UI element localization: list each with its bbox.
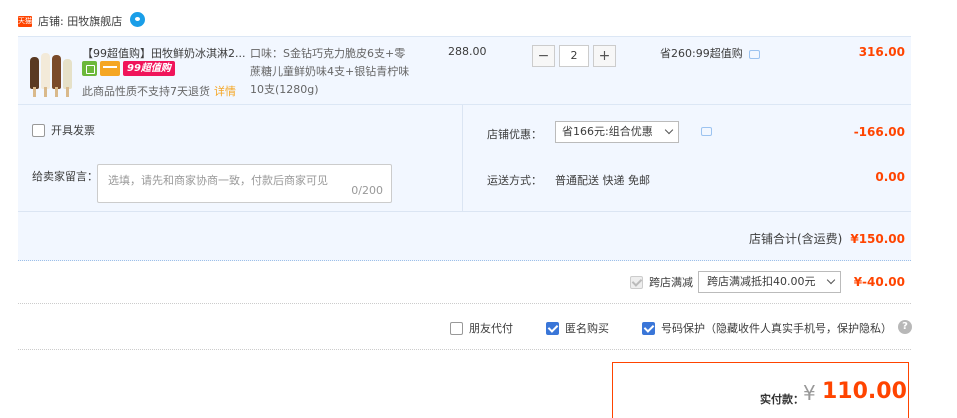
- product-thumbnail[interactable]: [28, 43, 74, 99]
- invoice-label: 开具发票: [51, 124, 95, 137]
- anonymous-option[interactable]: 匿名购买: [546, 320, 609, 336]
- payment-amount: 110.00: [822, 379, 907, 404]
- cross-shop-discount-row: 跨店满减 跨店满减抵扣40.00元 ¥-40.00: [18, 262, 911, 304]
- shop-name[interactable]: 店铺: 田牧旗舰店: [38, 13, 122, 29]
- product-title[interactable]: 【99超值购】田牧鲜奶冰淇淋2...: [82, 45, 246, 61]
- cross-shop-value: 跨店满减抵扣40.00元: [707, 275, 816, 288]
- no-return-notice: 此商品性质不支持7天退货 详情: [82, 83, 236, 99]
- sku-info: 口味：S金钻巧克力脆皮6支+零蔗糖儿童鲜奶味4支+银钻青柠味10支(1280g): [250, 47, 410, 96]
- item-subtotal: 316.00: [858, 45, 905, 59]
- order-item-row: 【99超值购】田牧鲜奶冰淇淋2... 99超值购 此商品性质不支持7天退货 详情 …: [18, 36, 911, 105]
- shop-total-amount: ¥150.00: [850, 232, 905, 246]
- message-label: 给卖家留言：: [32, 170, 98, 183]
- 99-super-value-badge: 99超值购: [123, 61, 175, 76]
- shop-coupon-select[interactable]: 省166元:组合优惠: [555, 121, 679, 143]
- invoice-checkbox[interactable]: [32, 123, 45, 137]
- shop-total: 店铺合计(含运费) ¥150.00: [749, 230, 905, 247]
- detail-link[interactable]: 详情: [214, 85, 236, 98]
- tmall-badge-icon: 天猫: [18, 15, 32, 27]
- quantity-stepper: − 2 +: [532, 45, 616, 67]
- coupon-comment-icon[interactable]: [701, 127, 712, 136]
- message-char-counter: 0/200: [351, 184, 383, 197]
- help-icon[interactable]: ?: [898, 320, 912, 334]
- friend-pay-option[interactable]: 朋友代付: [450, 320, 513, 336]
- invoice-option[interactable]: 开具发票: [32, 122, 95, 138]
- shipping-fee: 0.00: [875, 170, 905, 184]
- number-protect-option[interactable]: 号码保护（隐藏收件人真实手机号，保护隐私）: [642, 320, 892, 336]
- payment-summary: 实付款： ¥ 110.00: [612, 362, 909, 418]
- chevron-down-icon: [826, 275, 836, 285]
- shop-coupon-value: 省166元:组合优惠: [562, 125, 653, 138]
- currency-symbol: ¥: [803, 381, 816, 405]
- horizontal-divider: [18, 211, 911, 212]
- friend-pay-label: 朋友代付: [469, 322, 513, 335]
- wangwang-chat-icon[interactable]: [130, 11, 146, 27]
- purchase-options-row: 朋友代付 匿名购买 号码保护（隐藏收件人真实手机号，保护隐私） ?: [18, 304, 912, 350]
- shop-coupon-amount: -166.00: [853, 125, 905, 139]
- anonymous-label: 匿名购买: [565, 322, 609, 335]
- order-options-block: 开具发票 给卖家留言： 选填，请先和商家协商一致，付款后商家可见 0/200 店…: [18, 105, 911, 261]
- friend-pay-checkbox[interactable]: [450, 321, 463, 335]
- number-protect-checkbox[interactable]: [642, 321, 655, 335]
- increase-quantity-button[interactable]: +: [593, 45, 616, 67]
- shop-coupon-label: 店铺优惠：: [487, 128, 542, 141]
- shipping-label: 运送方式：: [487, 174, 542, 187]
- anonymous-checkbox[interactable]: [546, 321, 559, 335]
- card-badge-icon: [100, 61, 120, 76]
- cross-shop-label: 跨店满减: [649, 276, 693, 289]
- chevron-down-icon: [664, 125, 674, 135]
- seller-message-textarea[interactable]: 选填，请先和商家协商一致，付款后商家可见 0/200: [97, 164, 392, 203]
- shipping-method: 普通配送 快递 免邮: [555, 174, 650, 187]
- payment-label: 实付款：: [760, 393, 804, 406]
- no-return-text: 此商品性质不支持7天退货: [82, 85, 210, 98]
- savings-info: 省260:99超值购: [660, 45, 760, 61]
- shop-header: 天猫 店铺: 田牧旗舰店: [18, 11, 146, 30]
- savings-text: 省260:99超值购: [660, 47, 743, 60]
- unit-price: 288.00: [448, 45, 487, 58]
- product-badges: 99超值购: [82, 61, 175, 76]
- cross-shop-discount: 跨店满减 跨店满减抵扣40.00元: [630, 271, 841, 293]
- quantity-input[interactable]: 2: [559, 45, 589, 67]
- cross-shop-amount: ¥-40.00: [853, 275, 905, 289]
- message-placeholder: 选填，请先和商家协商一致，付款后商家可见: [108, 174, 328, 187]
- cross-shop-select[interactable]: 跨店满减抵扣40.00元: [698, 271, 841, 293]
- service-badge-icon: [82, 61, 97, 76]
- shop-total-label: 店铺合计(含运费): [748, 232, 843, 246]
- comment-icon[interactable]: [748, 50, 760, 59]
- number-protect-label: 号码保护（隐藏收件人真实手机号，保护隐私）: [661, 322, 892, 335]
- vertical-divider: [462, 105, 463, 211]
- cross-shop-checkbox[interactable]: [630, 275, 643, 289]
- decrease-quantity-button[interactable]: −: [532, 45, 555, 67]
